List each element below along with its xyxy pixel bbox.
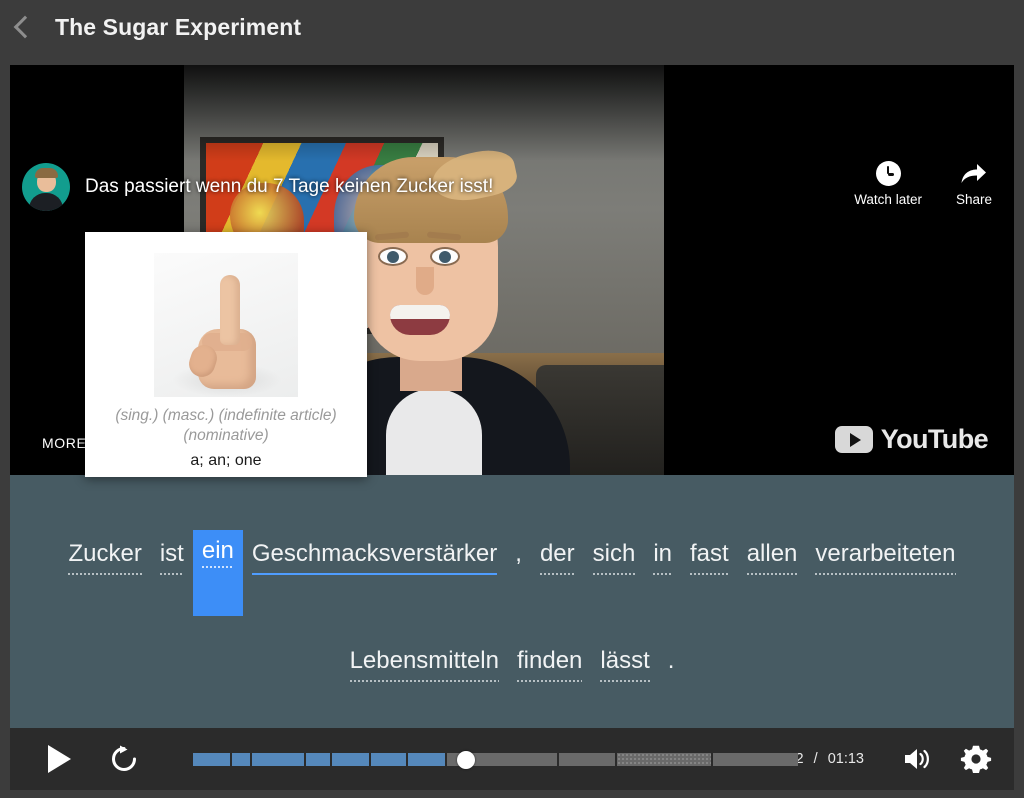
volume-button[interactable]	[902, 745, 932, 773]
sentence-word[interactable]: Zucker	[59, 533, 150, 579]
sentence-line-2: Lebensmittelnfindenlässt.	[10, 640, 1014, 686]
sentence-word[interactable]: der	[531, 533, 584, 579]
settings-button[interactable]	[960, 743, 992, 775]
sentence-word[interactable]: ist	[151, 533, 193, 579]
progress-segment[interactable]	[232, 753, 250, 766]
progress-segment[interactable]	[617, 753, 711, 766]
sentence-word[interactable]: sich	[584, 533, 645, 579]
sentence-word[interactable]: lässt	[591, 640, 658, 686]
progress-segment[interactable]	[559, 753, 616, 766]
share-label: Share	[956, 192, 992, 207]
sentence-word[interactable]: finden	[508, 640, 591, 686]
youtube-wordmark: YouTube	[881, 424, 988, 455]
replay-icon	[109, 744, 139, 774]
sentence-word[interactable]: fast	[681, 533, 738, 579]
sentence-panel: ZuckeristeinGeschmacksverstärker,dersich…	[10, 475, 1014, 728]
sentence-punctuation: ,	[506, 533, 531, 579]
video-title-row[interactable]: Das passiert wenn du 7 Tage keinen Zucke…	[22, 163, 493, 211]
player-controls: 00:32 / 01:13	[10, 728, 1014, 790]
progress-segment[interactable]	[332, 753, 369, 766]
sentence-line-1: ZuckeristeinGeschmacksverstärker,dersich…	[10, 533, 1014, 616]
gear-icon	[960, 743, 992, 775]
total-time: 01:13	[828, 751, 864, 767]
progress-segment[interactable]	[467, 753, 557, 766]
lesson-frame: Das passiert wenn du 7 Tage keinen Zucke…	[10, 65, 1014, 728]
watch-later-label: Watch later	[854, 192, 922, 207]
watch-later-button[interactable]: Watch later	[854, 161, 922, 207]
video-actions: Watch later Share	[854, 161, 992, 207]
progress-bar[interactable]	[193, 750, 731, 768]
time-separator: /	[814, 751, 818, 767]
channel-avatar[interactable]	[22, 163, 70, 211]
app-header: The Sugar Experiment	[0, 0, 1024, 54]
chevron-left-icon	[13, 16, 36, 39]
youtube-play-icon	[835, 426, 873, 453]
sentence-punctuation: .	[659, 640, 684, 686]
progress-segment[interactable]	[193, 753, 230, 766]
progress-track[interactable]	[193, 753, 800, 766]
video-title[interactable]: Das passiert wenn du 7 Tage keinen Zucke…	[85, 176, 493, 198]
progress-segment[interactable]	[252, 753, 305, 766]
play-icon	[48, 745, 71, 773]
progress-segment[interactable]	[371, 753, 406, 766]
share-icon	[960, 161, 987, 186]
replay-button[interactable]	[109, 744, 139, 774]
progress-segment[interactable]	[408, 753, 445, 766]
progress-thumb[interactable]	[457, 751, 475, 769]
progress-segment[interactable]	[713, 753, 798, 766]
sentence-word[interactable]: verarbeiteten	[806, 533, 964, 579]
share-button[interactable]: Share	[956, 161, 992, 207]
back-button[interactable]	[0, 0, 44, 54]
hand-one-finger-image	[154, 253, 298, 397]
page-title: The Sugar Experiment	[55, 14, 301, 41]
sentence-word[interactable]: allen	[738, 533, 807, 579]
word-grammar-info: (sing.) (masc.) (indefinite article) (no…	[95, 406, 357, 446]
play-button[interactable]	[32, 745, 71, 773]
volume-icon	[902, 745, 932, 773]
word-translation: a; an; one	[190, 452, 261, 470]
sentence-word[interactable]: Lebensmitteln	[341, 640, 508, 686]
progress-segment[interactable]	[306, 753, 329, 766]
word-definition-popup: (sing.) (masc.) (indefinite article) (no…	[85, 232, 367, 477]
sentence-word[interactable]: Geschmacksverstärker	[243, 533, 506, 579]
sentence-word[interactable]: ein	[193, 530, 243, 616]
youtube-logo[interactable]: YouTube	[835, 424, 988, 455]
sentence-word[interactable]: in	[644, 533, 681, 579]
clock-icon	[876, 161, 901, 186]
